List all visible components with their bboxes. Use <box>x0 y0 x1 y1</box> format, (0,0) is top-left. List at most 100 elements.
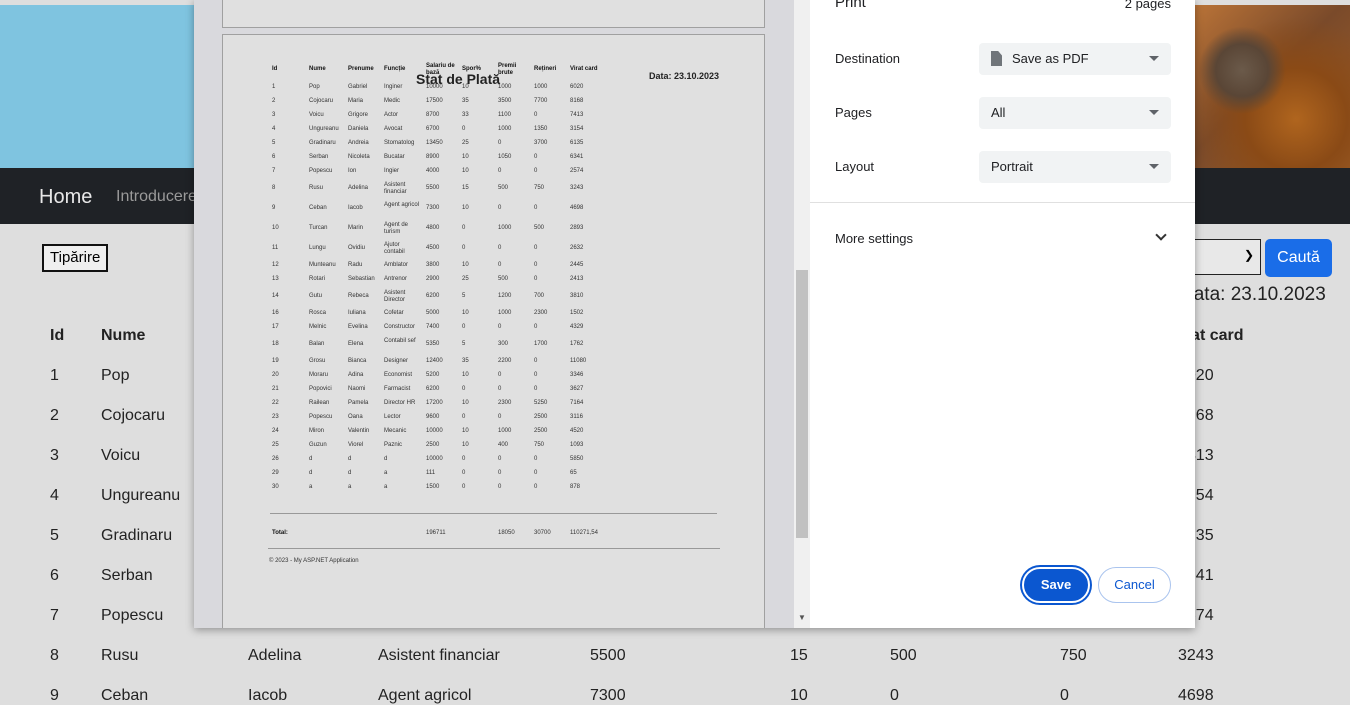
scroll-down-arrow-icon[interactable]: ▼ <box>798 613 806 622</box>
preview-cell: 33 <box>462 112 469 118</box>
preview-cell: Bucatar <box>384 154 405 160</box>
preview-cell: 0 <box>498 414 502 420</box>
preview-cell: 0 <box>534 386 538 392</box>
preview-cell: 1762 <box>570 341 584 347</box>
preview-scrollbar[interactable]: ▼ <box>794 0 810 628</box>
scrollbar-thumb[interactable] <box>796 270 808 538</box>
preview-page-2: Stat de Plată Data: 23.10.2023 Id Nume Pre… <box>222 34 765 628</box>
preview-cell: 5000 <box>426 310 440 316</box>
more-settings-toggle[interactable]: More settings <box>835 231 913 246</box>
preview-cell: 3800 <box>426 262 440 268</box>
table-cell: 0 <box>890 687 899 704</box>
preview-cell: 4698 <box>570 205 584 211</box>
divider <box>268 548 720 549</box>
preview-cell: 7700 <box>534 98 548 104</box>
preview-cell: Oana <box>348 414 363 420</box>
table-cell: 750 <box>1060 647 1087 664</box>
preview-cell: Popescu <box>309 414 333 420</box>
save-button[interactable]: Save <box>1022 567 1090 603</box>
preview-cell: Avocat <box>384 126 403 132</box>
total-premii: 18050 <box>498 530 515 536</box>
preview-cell: 13450 <box>426 140 443 146</box>
preview-cell: 0 <box>498 456 502 462</box>
chevron-down-icon[interactable] <box>1155 229 1167 241</box>
preview-cell: 300 <box>498 341 509 347</box>
table-cell: Voicu <box>101 447 141 464</box>
preview-cell: Asistent Director <box>384 290 406 303</box>
table-cell: Iacob <box>248 687 288 704</box>
preview-cell: 0 <box>534 372 538 378</box>
preview-cell: 0 <box>462 225 466 231</box>
preview-cell: 7 <box>272 168 276 174</box>
preview-cell: 10 <box>462 262 469 268</box>
preview-cell: 1 <box>272 84 276 90</box>
preview-cell: Adina <box>348 372 364 378</box>
preview-cell: 5250 <box>534 400 548 406</box>
print-dialog: Stat de Plată Data: 23.10.2023 Id Nume Pre… <box>194 0 1195 628</box>
table-cell: 5500 <box>590 647 626 664</box>
preview-cell: Ingier <box>384 168 400 174</box>
preview-cell: Maria <box>348 98 364 104</box>
pages-label: Pages <box>835 105 872 120</box>
preview-cell: 2445 <box>570 262 584 268</box>
preview-cell: 18 <box>272 341 279 347</box>
preview-cell: Guzun <box>309 442 327 448</box>
print-button[interactable]: Tipărire <box>42 244 109 272</box>
preview-cell: 2413 <box>570 276 584 282</box>
preview-cell: 10000 <box>426 456 443 462</box>
preview-cell: Farmacist <box>384 386 411 392</box>
table-cell: 4698 <box>1178 687 1214 704</box>
preview-column-header: Spor% <box>462 66 482 72</box>
table-cell: Asistent financiar <box>378 647 500 664</box>
cancel-button[interactable]: Cancel <box>1098 567 1171 603</box>
preview-cell: Voicu <box>309 112 324 118</box>
table-cell: 8 <box>50 647 59 664</box>
preview-cell: Amblator <box>384 262 409 268</box>
preview-cell: 5350 <box>426 341 440 347</box>
dropdown-caret-icon <box>1149 110 1159 115</box>
preview-cell: Viorel <box>348 442 364 448</box>
preview-cell: 2300 <box>498 400 512 406</box>
search-button[interactable]: Caută <box>1265 239 1332 277</box>
pages-value: All <box>991 105 1006 120</box>
preview-cell: 2500 <box>534 414 548 420</box>
preview-cell: Munteanu <box>309 262 336 268</box>
nav-introducere-link[interactable]: Introducere <box>116 188 197 206</box>
preview-cell: 0 <box>462 484 466 490</box>
preview-cell: d <box>384 456 388 462</box>
preview-cell: 2500 <box>534 428 548 434</box>
table-cell: 2 <box>50 407 59 424</box>
preview-cell: 0 <box>498 484 502 490</box>
preview-cell: Constructor <box>384 324 416 330</box>
nav-home-link[interactable]: Home <box>39 186 92 209</box>
preview-cell: Designer <box>384 358 409 364</box>
preview-cell: Pamela <box>348 400 369 406</box>
pages-select[interactable]: All <box>979 97 1171 129</box>
preview-cell: Agent de turism <box>384 222 409 235</box>
layout-select[interactable]: Portrait <box>979 151 1171 183</box>
preview-cell: 2300 <box>534 310 548 316</box>
preview-cell: 5500 <box>426 185 440 191</box>
preview-cell: Turcan <box>309 225 328 231</box>
preview-cell: 3810 <box>570 293 584 299</box>
preview-cell: 0 <box>498 470 502 476</box>
dropdown-caret-icon <box>1149 164 1159 169</box>
preview-cell: 10 <box>462 442 469 448</box>
total-label: Total: <box>272 530 288 536</box>
preview-cell: Cojocaru <box>309 98 334 104</box>
preview-cell: 1700 <box>534 341 548 347</box>
preview-cell: 9 <box>272 205 276 211</box>
preview-cell: 0 <box>534 358 538 364</box>
preview-cell: 8 <box>272 185 276 191</box>
preview-cell: 2200 <box>498 358 512 364</box>
preview-cell: Elena <box>348 341 364 347</box>
preview-cell: Rosca <box>309 310 327 316</box>
table-cell: 500 <box>890 647 917 664</box>
preview-cell: Evelina <box>348 324 368 330</box>
preview-cell: Agent agricol <box>384 202 420 208</box>
destination-label: Destination <box>835 51 901 66</box>
preview-cell: Miron <box>309 428 325 434</box>
destination-select[interactable]: Save as PDF <box>979 43 1171 75</box>
chevron-down-icon: ❯ <box>1243 248 1254 262</box>
page-count: 2 pages <box>1124 0 1171 11</box>
